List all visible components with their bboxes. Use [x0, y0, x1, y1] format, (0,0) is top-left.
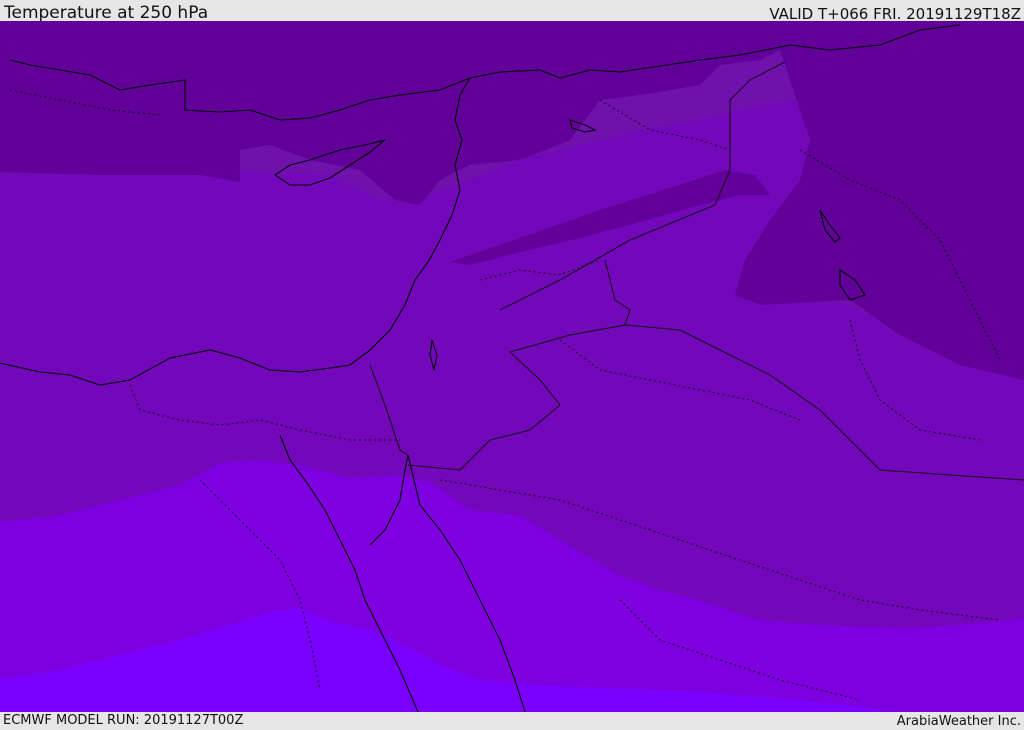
header-bar: Temperature at 250 hPa VALID T+066 FRI. … [0, 0, 1024, 23]
model-run: ECMWF MODEL RUN: 20191127T00Z [3, 713, 244, 728]
credit: ArabiaWeather Inc. [896, 714, 1021, 729]
footer-bar: ECMWF MODEL RUN: 20191127T00Z ArabiaWeat… [0, 712, 1024, 729]
map-title: Temperature at 250 hPa [4, 3, 209, 23]
temperature-map [0, 21, 1024, 712]
